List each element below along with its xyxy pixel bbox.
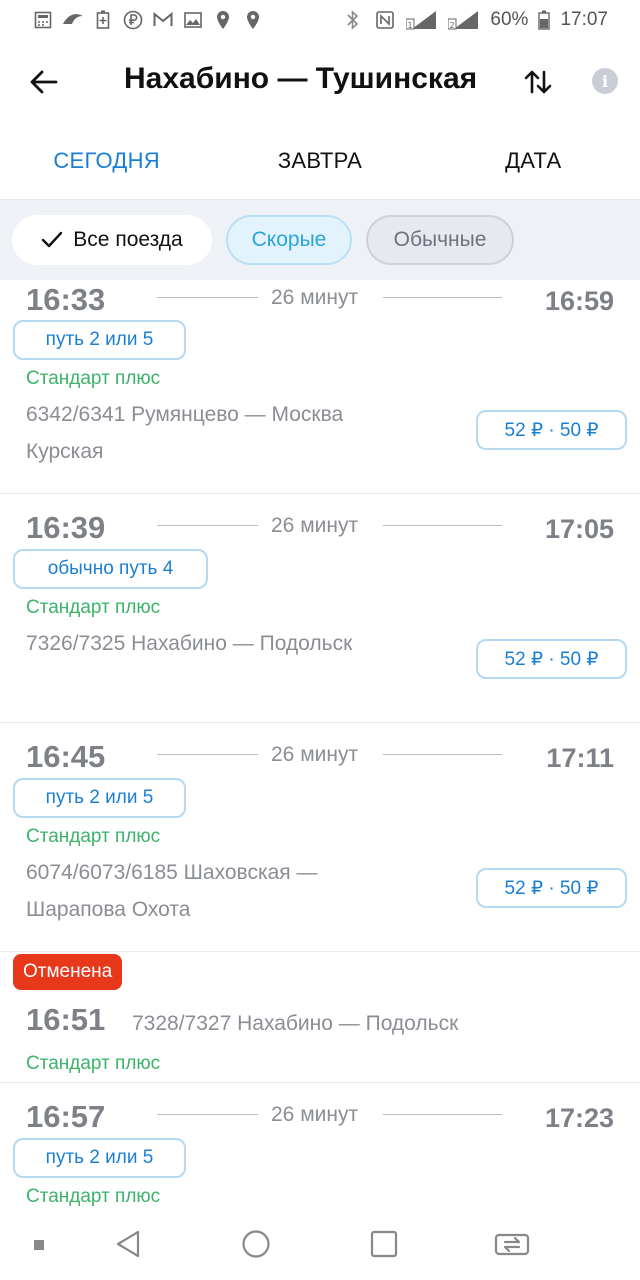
system-nav-bar — [0, 1210, 640, 1280]
duration-line — [157, 525, 258, 526]
train-card-cancelled[interactable]: Отменена 16:51 7328/7327 Нахабино — Подо… — [0, 952, 640, 1083]
platform-badge[interactable]: путь 2 или 5 — [13, 1138, 186, 1178]
filter-all-label: Все поезда — [73, 228, 183, 251]
nfc-icon — [374, 10, 396, 30]
train-class: Стандарт плюс — [26, 1186, 161, 1207]
back-button[interactable] — [22, 60, 66, 104]
nav-back-button[interactable] — [108, 1224, 148, 1264]
platform-badge[interactable]: путь 2 или 5 — [13, 320, 186, 360]
image-icon — [182, 10, 204, 30]
route-line: Шарапова Охота — [26, 898, 191, 921]
signal-icon: 2 — [448, 10, 480, 30]
train-card[interactable]: 16:39 26 минут 17:05 обычно путь 4 Станд… — [0, 494, 640, 723]
square-dot-icon — [34, 1240, 44, 1250]
calculator-icon — [32, 10, 54, 30]
swap-stations-button[interactable] — [516, 60, 560, 104]
location-pin-icon — [242, 10, 264, 30]
nav-recents-button[interactable] — [364, 1224, 404, 1264]
duration-line — [383, 297, 502, 298]
arrival-time: 16:59 — [544, 286, 614, 316]
circle-home-icon — [242, 1230, 270, 1258]
switch-screen-icon — [494, 1233, 530, 1256]
triangle-back-icon — [116, 1230, 140, 1258]
arrival-time: 17:23 — [544, 1103, 614, 1133]
filter-fast-trains[interactable]: Скорые — [226, 215, 352, 265]
nav-switch-app-button[interactable] — [490, 1224, 534, 1264]
route: 6342/6341 Румянцево — Москва Курская — [26, 396, 426, 470]
train-list[interactable]: 16:33 26 минут 16:59 путь 2 или 5 Станда… — [0, 280, 640, 1210]
departure-time: 16:39 — [26, 510, 106, 545]
duration-line — [383, 525, 502, 526]
duration: 26 минут — [271, 1103, 359, 1126]
date-tabs: СЕГОДНЯ ЗАВТРА ДАТА — [0, 122, 640, 200]
route-line: 6342/6341 Румянцево — Москва — [26, 403, 344, 426]
info-icon: i — [601, 71, 609, 91]
price-button[interactable]: 52 ₽ · 50 ₽ — [476, 868, 627, 908]
route: 7328/7327 Нахабино — Подольск — [132, 1012, 459, 1035]
checkmark-icon — [42, 231, 63, 248]
train-class: Стандарт плюс — [26, 1053, 161, 1074]
nav-menu-button[interactable] — [32, 1238, 46, 1252]
price-button[interactable]: 52 ₽ · 50 ₽ — [476, 410, 627, 450]
arrival-time: 17:05 — [544, 514, 614, 544]
route: 6074/6073/6185 Шаховская — Шарапова Охот… — [26, 854, 426, 928]
platform-badge[interactable]: обычно путь 4 — [13, 549, 208, 589]
clock: 17:07 — [560, 9, 608, 30]
app-header: Нахабино — Тушинская i — [0, 40, 640, 122]
arrow-left-icon — [30, 70, 58, 94]
departure-time: 16:51 — [26, 1002, 106, 1037]
route-line: 6074/6073/6185 Шаховская — — [26, 861, 318, 884]
platform-badge[interactable]: путь 2 или 5 — [13, 778, 186, 818]
duration-line — [157, 297, 258, 298]
battery-percent: 60% — [490, 9, 529, 30]
location-pin-icon — [212, 10, 234, 30]
price-button[interactable]: 52 ₽ · 50 ₽ — [476, 639, 627, 679]
duration: 26 минут — [271, 743, 359, 766]
duration-line — [383, 754, 502, 755]
square-recents-icon — [370, 1230, 398, 1258]
train-class: Стандарт плюс — [26, 368, 161, 389]
battery-icon — [538, 10, 551, 30]
svg-text:1: 1 — [408, 21, 413, 30]
route-line: Курская — [26, 440, 104, 463]
gmail-icon — [152, 10, 174, 30]
departure-time: 16:45 — [26, 739, 106, 774]
filter-regular-trains[interactable]: Обычные — [366, 215, 514, 265]
svg-text:2: 2 — [450, 21, 455, 30]
bluetooth-icon — [342, 10, 364, 30]
status-bar: 1 2 60% 17:07 — [0, 0, 640, 40]
duration: 26 минут — [271, 286, 359, 309]
train-class: Стандарт плюс — [26, 826, 161, 847]
notification-icons — [32, 10, 264, 30]
tab-today[interactable]: СЕГОДНЯ — [0, 122, 213, 199]
departure-time: 16:57 — [26, 1099, 106, 1134]
swap-vertical-icon — [524, 70, 552, 94]
page-title: Нахабино — Тушинская — [124, 62, 478, 95]
departure-time: 16:33 — [26, 282, 106, 317]
duration: 26 минут — [271, 514, 359, 537]
system-icons: 1 2 60% 17:07 — [342, 9, 608, 31]
signal-4g-icon: 1 — [406, 10, 438, 30]
duration-line — [157, 754, 258, 755]
filter-all-trains[interactable]: Все поезда — [12, 215, 212, 265]
tab-date[interactable]: ДАТА — [427, 122, 640, 199]
tab-tomorrow[interactable]: ЗАВТРА — [213, 122, 426, 199]
info-button[interactable]: i — [592, 68, 618, 94]
nav-home-button[interactable] — [236, 1224, 276, 1264]
train-filters: Все поезда Скорые Обычные — [0, 200, 640, 280]
train-card[interactable]: 16:57 26 минут 17:23 путь 2 или 5 Станда… — [0, 1083, 640, 1210]
train-class: Стандарт плюс — [26, 597, 161, 618]
train-card[interactable]: 16:33 26 минут 16:59 путь 2 или 5 Станда… — [0, 280, 640, 494]
duration-line — [383, 1114, 502, 1115]
bird-icon — [62, 10, 84, 30]
route: 7326/7325 Нахабино — Подольск — [26, 625, 426, 662]
battery-plus-icon — [92, 10, 114, 30]
duration-line — [157, 1114, 258, 1115]
train-card[interactable]: 16:45 26 минут 17:11 путь 2 или 5 Станда… — [0, 723, 640, 952]
cancelled-badge: Отменена — [13, 954, 123, 990]
arrival-time: 17:11 — [546, 743, 614, 773]
ruble-icon — [122, 10, 144, 30]
route-line: 7326/7325 Нахабино — Подольск — [26, 632, 353, 655]
